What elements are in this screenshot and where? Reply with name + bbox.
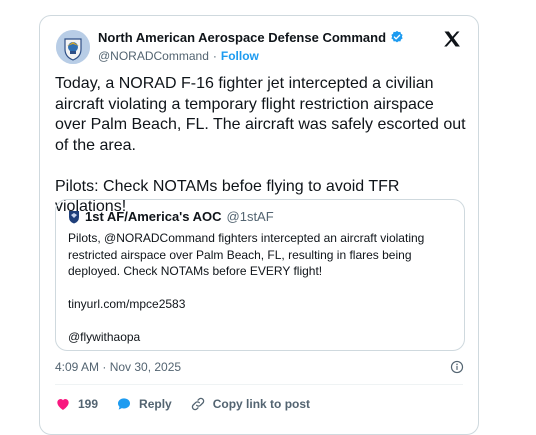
author-handle[interactable]: @NORADCommand xyxy=(98,49,209,63)
verified-badge-icon xyxy=(391,30,403,43)
info-icon[interactable] xyxy=(450,360,464,374)
link-icon xyxy=(191,397,204,411)
embedded-post-card: North American Aerospace Defense Command… xyxy=(39,15,479,435)
quoted-author-handle: @1stAF xyxy=(226,209,274,224)
copy-link-button[interactable]: Copy link to post xyxy=(190,396,310,412)
quoted-post[interactable]: 1st AF/America's AOC @1stAF Pilots, @NOR… xyxy=(55,199,465,351)
action-bar: 199 Reply Copy link to post xyxy=(55,392,328,416)
copy-link-label: Copy link to post xyxy=(212,397,311,411)
reply-button[interactable]: Reply xyxy=(116,396,172,412)
like-button[interactable]: 199 xyxy=(55,396,98,412)
like-count: 199 xyxy=(78,397,99,411)
post-header: North American Aerospace Defense Command… xyxy=(98,28,438,63)
heart-icon xyxy=(57,399,69,410)
post-text: Today, a NORAD F-16 fighter jet intercep… xyxy=(55,75,466,215)
author-name[interactable]: North American Aerospace Defense Command xyxy=(98,30,386,45)
handle-separator: · xyxy=(212,49,217,63)
reply-bubble-icon xyxy=(118,398,131,410)
x-logo-icon[interactable] xyxy=(442,29,462,49)
quoted-post-text: Pilots, @NORADCommand fighters intercept… xyxy=(68,231,425,344)
quoted-author-name: 1st AF/America's AOC xyxy=(85,209,222,224)
af-shield-icon xyxy=(69,210,79,223)
post-meta: 4:09 AM · Nov 30, 2025 xyxy=(55,360,464,374)
norad-logo-icon[interactable] xyxy=(56,30,90,64)
divider xyxy=(55,384,463,385)
follow-button[interactable]: Follow xyxy=(221,49,259,63)
reply-label: Reply xyxy=(139,397,172,411)
timestamp[interactable]: 4:09 AM · Nov 30, 2025 xyxy=(55,360,181,374)
